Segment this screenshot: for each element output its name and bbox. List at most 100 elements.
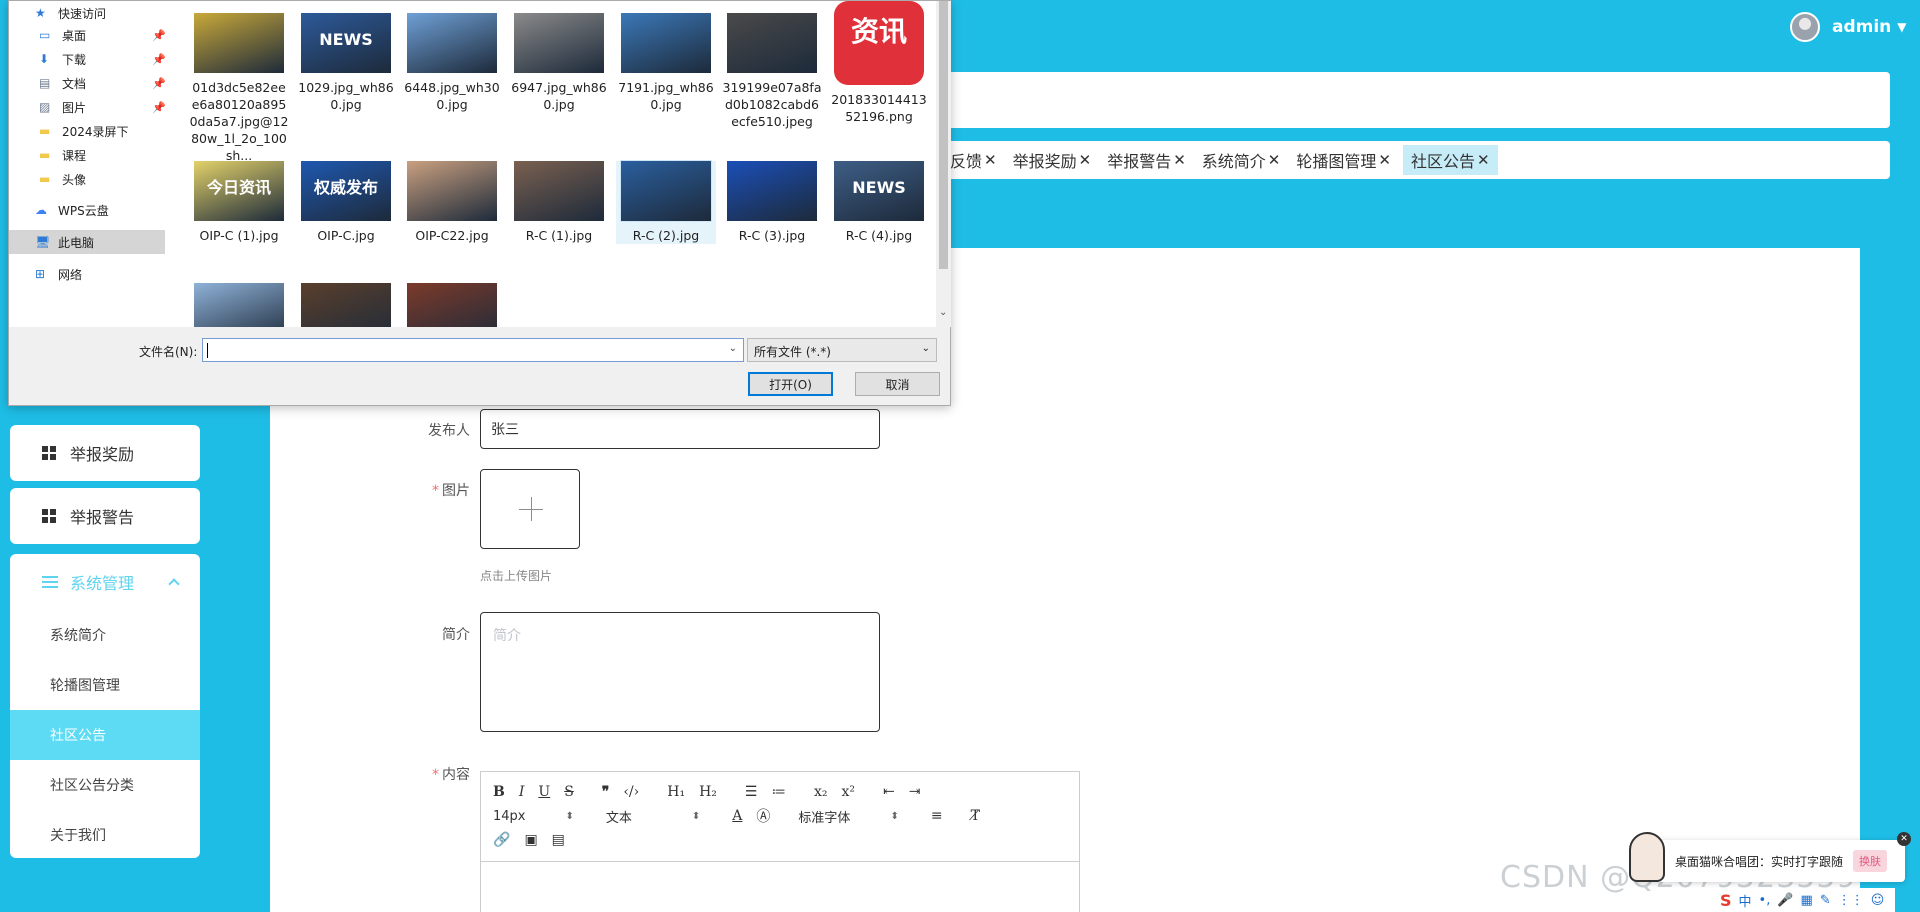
ime-item[interactable]: ☺	[1871, 893, 1885, 908]
open-button[interactable]: 打开(O)	[748, 372, 833, 396]
image-icon[interactable]: ▣	[524, 832, 537, 848]
nav-item[interactable]: ▬ 头像	[9, 167, 169, 191]
file-item[interactable]	[189, 283, 289, 327]
ime-item[interactable]: 中	[1739, 891, 1752, 910]
ime-item[interactable]: ⋮⋮	[1838, 893, 1864, 908]
nav-item[interactable]: ▨ 图片 📌	[9, 95, 169, 119]
sidebar-item-community-notice[interactable]: 社区公告	[10, 710, 200, 760]
file-item[interactable]: NEWS R-C (4).jpg	[829, 161, 929, 244]
cancel-button[interactable]: 取消	[855, 372, 940, 396]
underline-icon[interactable]: U	[538, 784, 550, 800]
skin-button[interactable]: 换肤	[1853, 850, 1888, 872]
block-type-select[interactable]: 文本 ⬍	[606, 807, 700, 826]
image-upload-button[interactable]	[480, 469, 580, 549]
file-item[interactable]: NEWS 1029.jpg_wh860.jpg	[296, 13, 396, 113]
file-item[interactable]: 319199e07a8fad0b1082cabd6ecfe510.jpeg	[722, 13, 822, 130]
sidebar-item-notice-category[interactable]: 社区公告分类	[10, 760, 200, 810]
file-type-select[interactable]: 所有文件 (*.*) ⌄	[747, 338, 937, 362]
sidebar-group-header[interactable]: 系统管理	[10, 554, 200, 610]
file-item[interactable]: R-C (2).jpg	[616, 160, 716, 244]
file-item[interactable]: 今日资讯 OIP-C (1).jpg	[189, 161, 289, 244]
font-size-select[interactable]: 14px ⬍	[493, 809, 574, 824]
file-item[interactable]: 01d3dc5e82eee6a80120a8950da5a7.jpg@1280w…	[189, 13, 289, 164]
file-item[interactable]: 资讯 20183301441352196.png	[829, 1, 929, 125]
scrollbar[interactable]: ⌄	[936, 1, 951, 327]
subscript-icon[interactable]: x₂	[814, 784, 828, 800]
align-icon[interactable]: ≡	[931, 808, 943, 824]
outdent-icon[interactable]: ⇤	[883, 784, 895, 800]
tab-label: 举报警告	[1107, 152, 1172, 171]
nav-item[interactable]: ★ 快速访问	[9, 1, 169, 25]
summary-textarea[interactable]: 简介	[480, 612, 880, 732]
close-icon[interactable]: ✕	[1897, 832, 1911, 846]
nav-item[interactable]: ☁ WPS云盘	[9, 198, 169, 222]
ime-item[interactable]: ✎	[1820, 893, 1831, 908]
bold-icon[interactable]: B	[493, 784, 505, 800]
user-menu[interactable]: admin ▼	[1790, 12, 1907, 42]
code-icon[interactable]: ‹/›	[623, 784, 639, 800]
close-icon[interactable]: ✕	[1268, 151, 1281, 169]
file-item[interactable]: 7191.jpg_wh860.jpg	[616, 13, 716, 113]
file-item[interactable]: R-C (1).jpg	[509, 161, 609, 244]
sidebar-item-carousel[interactable]: 轮播图管理	[10, 660, 200, 710]
clear-format-icon[interactable]: T̸	[971, 808, 980, 824]
heading1-icon[interactable]: H₁	[667, 784, 685, 800]
superscript-icon[interactable]: x²	[841, 784, 855, 800]
filename-input[interactable]: ⌄	[202, 338, 744, 362]
tab-carousel[interactable]: 轮播图管理 ✕	[1296, 145, 1391, 175]
italic-icon[interactable]: I	[519, 784, 525, 800]
close-icon[interactable]: ✕	[1378, 151, 1391, 169]
blockquote-icon[interactable]: ❞	[602, 784, 610, 800]
tab-feedback[interactable]: 反馈 ✕	[950, 145, 997, 175]
sidebar-item-about[interactable]: 关于我们	[10, 810, 200, 860]
link-icon[interactable]: 🔗	[493, 832, 510, 848]
close-icon[interactable]: ✕	[1477, 151, 1490, 169]
close-icon[interactable]: ✕	[984, 151, 997, 169]
sidebar-item-report-warning[interactable]: 举报警告	[10, 488, 200, 544]
nav-item[interactable]: ▤ 文档 📌	[9, 71, 169, 95]
file-item[interactable]	[296, 283, 396, 327]
scroll-down-icon[interactable]: ⌄	[939, 307, 947, 318]
font-color-icon[interactable]: A	[732, 808, 742, 824]
tab-report-warning[interactable]: 举报警告 ✕	[1107, 145, 1186, 175]
ordered-list-icon[interactable]: ☰	[745, 784, 758, 800]
file-thumbnail	[514, 13, 604, 73]
nav-item[interactable]: ⬇ 下载 📌	[9, 47, 169, 71]
ime-item[interactable]: 🎤	[1777, 893, 1793, 908]
tab-community-notice[interactable]: 社区公告 ✕	[1402, 145, 1498, 175]
background-color-icon[interactable]: Ⓐ	[756, 806, 770, 826]
sidebar-item-report-reward[interactable]: 举报奖励	[10, 425, 200, 481]
heading2-icon[interactable]: H₂	[699, 784, 717, 800]
tab-label: 反馈	[950, 152, 983, 171]
rich-text-editor[interactable]: B I U S ❞ ‹/› H₁ H₂ ☰ ≔ x₂ x² ⇤ ⇥ 14px ⬍ …	[480, 771, 1080, 912]
sidebar-item-system-intro[interactable]: 系统简介	[10, 610, 200, 660]
bullet-list-icon[interactable]: ≔	[771, 784, 785, 800]
indent-icon[interactable]: ⇥	[909, 784, 921, 800]
tab-system-intro[interactable]: 系统简介 ✕	[1202, 145, 1281, 175]
nav-item[interactable]: ⊞ 网络	[9, 262, 169, 286]
strikethrough-icon[interactable]: S	[564, 784, 574, 800]
nav-item[interactable]: 🖥 此电脑	[9, 230, 165, 254]
font-family-select[interactable]: 标准字体 ⬍	[798, 807, 898, 826]
close-icon[interactable]: ✕	[1079, 151, 1092, 169]
nav-item[interactable]: ▭ 桌面 📌	[9, 23, 169, 47]
file-item[interactable]: 6448.jpg_wh300.jpg	[402, 13, 502, 113]
file-item[interactable]: 6947.jpg_wh860.jpg	[509, 13, 609, 113]
scrollbar-thumb[interactable]	[939, 1, 948, 269]
file-item[interactable]	[402, 283, 502, 327]
file-thumbnail	[407, 13, 497, 73]
ime-item[interactable]: •,	[1759, 893, 1771, 908]
nav-item[interactable]: ▬ 2024录屏下	[9, 119, 169, 143]
close-icon[interactable]: ✕	[1173, 151, 1186, 169]
pin-icon: 📌	[152, 52, 166, 66]
publisher-input[interactable]: 张三	[480, 409, 880, 449]
ime-item[interactable]: S	[1720, 891, 1732, 910]
ime-item[interactable]: ▦	[1801, 893, 1813, 908]
chevron-down-icon[interactable]: ⌄	[729, 343, 737, 354]
file-item[interactable]: OIP-C22.jpg	[402, 161, 502, 244]
nav-item[interactable]: ▬ 课程	[9, 143, 169, 167]
file-item[interactable]: R-C (3).jpg	[722, 161, 822, 244]
video-icon[interactable]: ▤	[552, 832, 565, 848]
tab-report-reward[interactable]: 举报奖励 ✕	[1013, 145, 1092, 175]
file-item[interactable]: 权威发布 OIP-C.jpg	[296, 161, 396, 244]
